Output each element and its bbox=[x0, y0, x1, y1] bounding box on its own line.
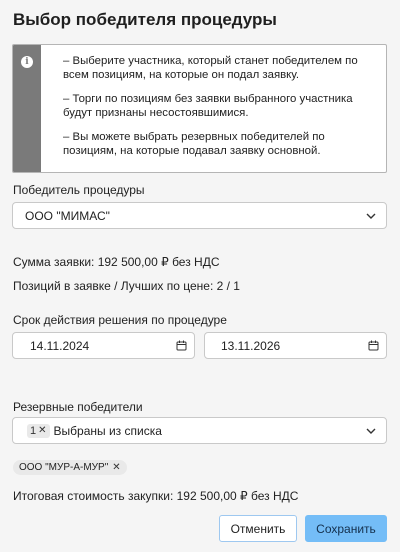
date-to-input[interactable]: 13.11.2026 bbox=[204, 332, 387, 359]
info-line-1: – Выберите участника, который станет поб… bbox=[63, 55, 358, 81]
reserve-tag: ООО "МУР-А-МУР" ✕ bbox=[13, 460, 127, 475]
selected-count-chip[interactable]: 1 ✕ bbox=[27, 423, 50, 438]
info-stripe: i bbox=[13, 45, 41, 172]
info-line-3: – Вы можете выбрать резервных победителе… bbox=[63, 131, 325, 157]
reserve-select-value: Выбраны из списка bbox=[53, 423, 162, 438]
bid-amount: Сумма заявки: 192 500,00 ₽ без НДС bbox=[13, 255, 220, 269]
calendar-icon[interactable] bbox=[360, 340, 386, 351]
date-from-input[interactable]: 14.11.2024 bbox=[12, 332, 195, 359]
dialog-title: Выбор победителя процедуры bbox=[13, 10, 277, 29]
date-to-value: 13.11.2026 bbox=[221, 338, 281, 353]
validity-label: Срок действия решения по процедуре bbox=[13, 313, 227, 327]
winner-select-value: ООО "МИМАС" bbox=[25, 208, 110, 223]
selected-count: 1 bbox=[30, 424, 37, 437]
remove-tag-icon[interactable]: ✕ bbox=[112, 462, 120, 473]
positions-count: Позиций в заявке / Лучших по цене: 2 / 1 bbox=[13, 279, 240, 293]
winner-label: Победитель процедуры bbox=[13, 183, 145, 197]
cancel-button[interactable]: Отменить bbox=[219, 515, 297, 542]
reserve-multiselect[interactable]: 1 ✕ Выбраны из списка bbox=[12, 417, 387, 444]
calendar-icon[interactable] bbox=[168, 340, 194, 351]
winner-select[interactable]: ООО "МИМАС" bbox=[12, 202, 387, 229]
reserve-tag-label: ООО "МУР-А-МУР" bbox=[19, 462, 109, 473]
date-from-value: 14.11.2024 bbox=[30, 338, 90, 353]
reserve-label: Резервные победители bbox=[13, 400, 143, 414]
total-cost: Итоговая стоимость закупки: 192 500,00 ₽… bbox=[13, 489, 299, 503]
chevron-down-icon bbox=[356, 213, 386, 219]
info-box: i – Выберите участника, который станет п… bbox=[12, 44, 387, 173]
info-icon: i bbox=[21, 56, 33, 68]
info-line-2: – Торги по позициям без заявки выбранног… bbox=[63, 93, 353, 119]
clear-icon[interactable]: ✕ bbox=[38, 425, 46, 436]
chevron-down-icon bbox=[356, 428, 386, 434]
save-button[interactable]: Сохранить bbox=[305, 515, 387, 542]
info-text: – Выберите участника, который станет поб… bbox=[41, 45, 386, 172]
